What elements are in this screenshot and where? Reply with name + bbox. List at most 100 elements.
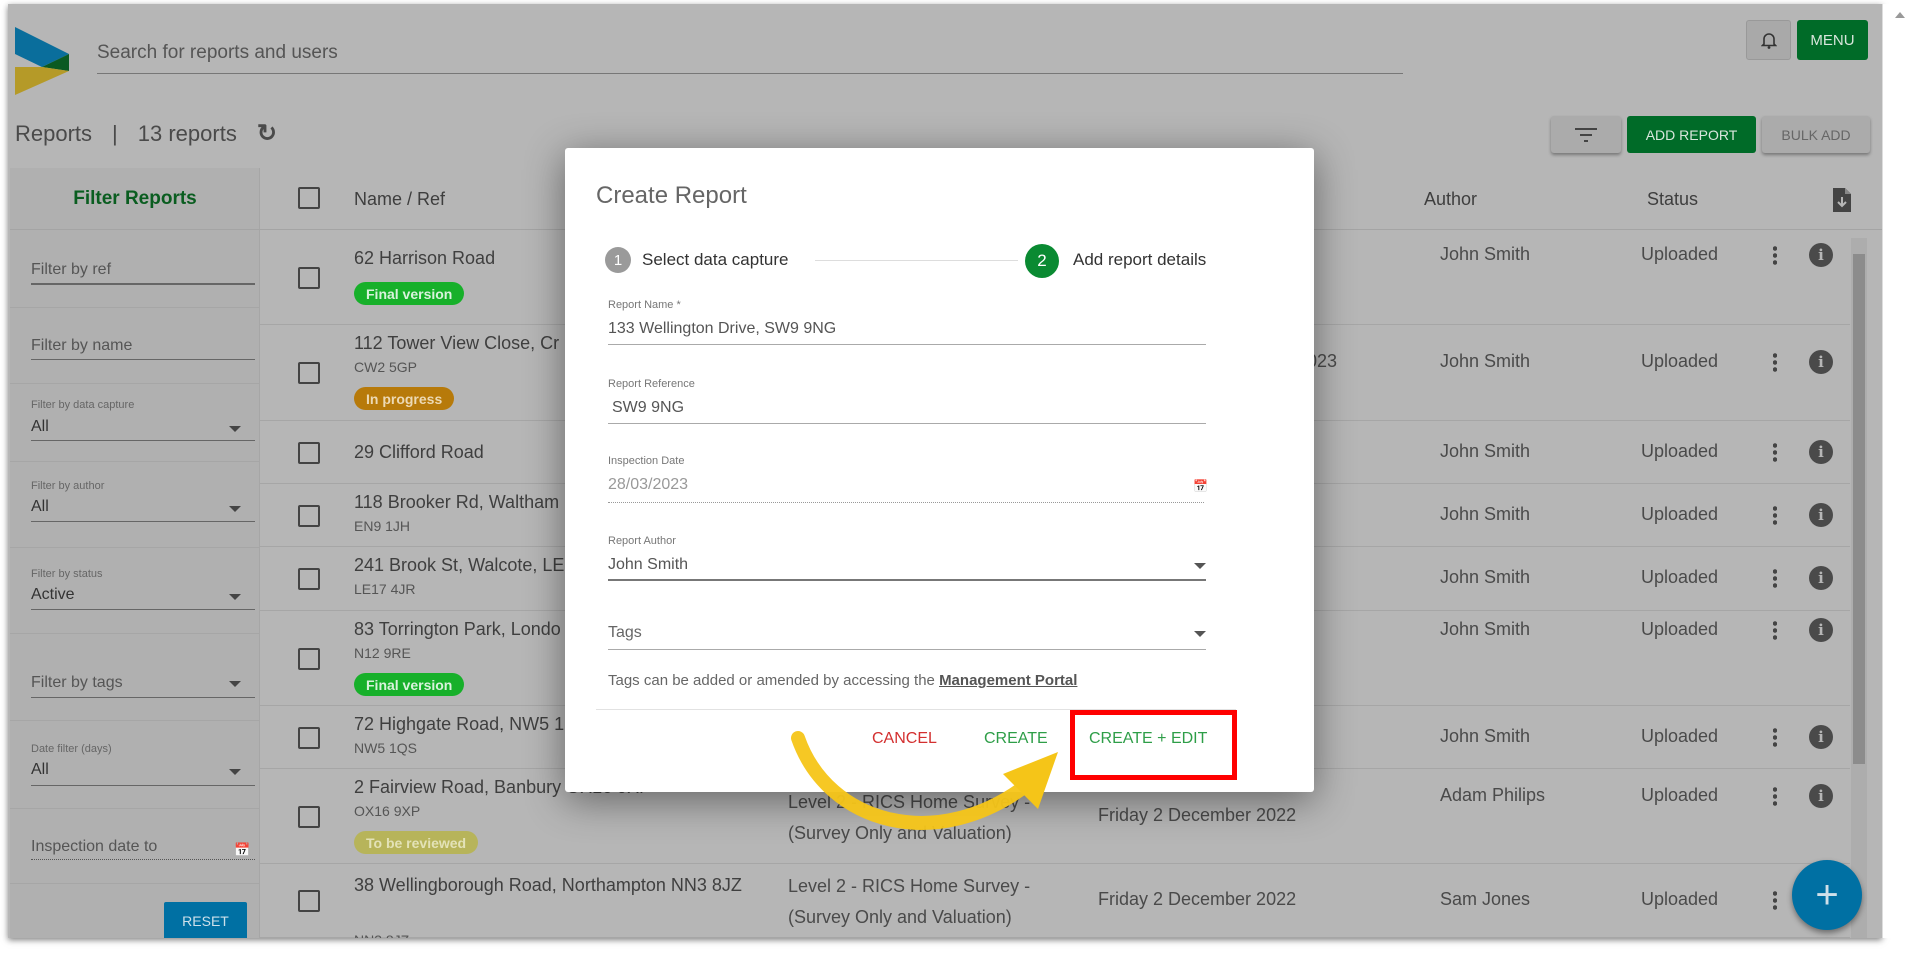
row-checkbox[interactable] bbox=[298, 441, 320, 464]
column-status[interactable]: Status bbox=[1647, 189, 1698, 210]
report-name[interactable]: 29 Clifford Road bbox=[354, 442, 484, 463]
report-reference-input[interactable]: SW9 9NG bbox=[612, 399, 684, 417]
chevron-down-icon[interactable] bbox=[229, 426, 241, 432]
filter-name-input[interactable]: Filter by name bbox=[31, 337, 132, 355]
chevron-down-icon[interactable] bbox=[1194, 631, 1206, 637]
info-icon[interactable]: i bbox=[1809, 617, 1833, 642]
chevron-down-icon[interactable] bbox=[229, 769, 241, 775]
report-author-select[interactable]: John Smith bbox=[608, 556, 688, 574]
filter-button[interactable] bbox=[1551, 116, 1621, 153]
report-name[interactable]: 241 Brook St, Walcote, LE bbox=[354, 555, 564, 576]
column-name[interactable]: Name / Ref bbox=[354, 189, 445, 210]
info-icon[interactable]: i bbox=[1809, 566, 1833, 590]
report-badge: To be reviewed bbox=[354, 831, 479, 854]
notifications-button[interactable] bbox=[1746, 20, 1791, 60]
inspection-date: Friday 2 December 2022 bbox=[1098, 889, 1297, 909]
scroll-up-icon[interactable] bbox=[1894, 12, 1905, 18]
create-button[interactable]: CREATE bbox=[984, 730, 1048, 748]
tags-help-text: Tags can be added or amended by accessin… bbox=[608, 672, 1077, 689]
more-options-icon[interactable] bbox=[1773, 619, 1777, 640]
calendar-icon[interactable]: 📅 bbox=[1193, 479, 1208, 493]
more-options-icon[interactable] bbox=[1773, 786, 1777, 806]
report-author: John Smith bbox=[1440, 618, 1531, 639]
report-status: Uploaded bbox=[1641, 351, 1719, 371]
refresh-icon[interactable]: ↻ bbox=[257, 119, 277, 148]
row-checkbox[interactable] bbox=[298, 266, 320, 289]
report-ref: NW5 1QS bbox=[354, 740, 418, 756]
management-portal-link[interactable]: Management Portal bbox=[939, 672, 1077, 689]
chevron-down-icon[interactable] bbox=[229, 681, 241, 687]
filter-ref-input[interactable]: Filter by ref bbox=[31, 261, 111, 279]
browser-scrollbar[interactable] bbox=[1882, 4, 1916, 938]
row-checkbox[interactable] bbox=[298, 647, 320, 670]
more-options-icon[interactable] bbox=[1773, 726, 1777, 747]
report-ref: NN3 8JZ bbox=[354, 932, 409, 938]
select-all-checkbox[interactable] bbox=[298, 187, 320, 209]
info-icon[interactable]: i bbox=[1809, 502, 1833, 527]
table-row[interactable]: 38 Wellingborough Road, Northampton NN3 … bbox=[260, 864, 1850, 938]
step-1-indicator: 1 bbox=[605, 247, 631, 273]
step-2-indicator: 2 bbox=[1025, 244, 1059, 278]
row-checkbox[interactable] bbox=[298, 362, 320, 384]
add-fab-button[interactable]: + bbox=[1792, 860, 1862, 930]
add-report-button[interactable]: ADD REPORT bbox=[1627, 116, 1756, 153]
report-reference-label: Report Reference bbox=[608, 378, 695, 390]
report-name[interactable]: 38 Wellingborough Road, Northampton NN3 … bbox=[354, 870, 754, 901]
reports-heading: Reports | 13 reports ↻ bbox=[15, 119, 277, 148]
more-options-icon[interactable] bbox=[1773, 890, 1777, 910]
info-icon[interactable]: i bbox=[1809, 784, 1833, 808]
step-1-label[interactable]: Select data capture bbox=[642, 250, 788, 270]
inspection-date-input[interactable]: 28/03/2023 bbox=[608, 476, 688, 494]
field-underline bbox=[31, 609, 255, 610]
page-title: Reports bbox=[15, 120, 93, 146]
report-name[interactable]: 118 Brooker Rd, Waltham bbox=[354, 492, 559, 513]
status-filter-select[interactable]: Active bbox=[31, 586, 75, 604]
report-name[interactable]: 112 Tower View Close, Cr bbox=[354, 333, 559, 354]
date-filter-select[interactable]: All bbox=[31, 761, 49, 779]
row-checkbox[interactable] bbox=[298, 568, 320, 590]
calendar-icon[interactable]: 📅 bbox=[234, 842, 250, 858]
divider bbox=[10, 633, 260, 634]
author-filter-select[interactable]: All bbox=[31, 498, 49, 516]
data-capture: Level 2 - RICS Home Survey - (Survey Onl… bbox=[788, 791, 1031, 843]
inspection-date-to-input[interactable]: Inspection date to bbox=[31, 838, 157, 856]
bulk-add-button[interactable]: BULK ADD bbox=[1762, 116, 1870, 153]
more-options-icon[interactable] bbox=[1773, 504, 1777, 525]
menu-button[interactable]: MENU bbox=[1797, 20, 1868, 60]
chevron-down-icon[interactable] bbox=[229, 506, 241, 512]
author-filter-label: Filter by author bbox=[31, 480, 105, 492]
chevron-down-icon[interactable] bbox=[1194, 563, 1206, 569]
field-underline bbox=[31, 785, 255, 786]
more-options-icon[interactable] bbox=[1773, 441, 1777, 462]
report-author: John Smith bbox=[1440, 440, 1531, 461]
filter-icon bbox=[1575, 127, 1597, 142]
report-name[interactable]: 62 Harrison Road bbox=[354, 248, 495, 269]
info-icon[interactable]: i bbox=[1809, 724, 1833, 749]
info-icon[interactable]: i bbox=[1809, 243, 1833, 267]
more-options-icon[interactable] bbox=[1773, 352, 1777, 372]
more-options-icon[interactable] bbox=[1773, 245, 1777, 265]
download-document-icon[interactable] bbox=[1833, 188, 1851, 212]
data-capture-select[interactable]: All bbox=[31, 418, 49, 436]
report-name-input[interactable]: 133 Wellington Drive, SW9 9NG bbox=[608, 320, 836, 338]
inspection-date: Friday 2 December 2022 bbox=[1098, 804, 1297, 825]
report-name[interactable]: 72 Highgate Road, NW5 1 bbox=[354, 714, 564, 735]
row-checkbox[interactable] bbox=[298, 805, 320, 828]
cancel-button[interactable]: CANCEL bbox=[872, 730, 937, 748]
info-icon[interactable]: i bbox=[1809, 439, 1833, 464]
column-author[interactable]: Author bbox=[1424, 189, 1477, 210]
search-input[interactable]: Search for reports and users bbox=[97, 42, 338, 64]
more-options-icon[interactable] bbox=[1773, 568, 1777, 588]
report-status: Uploaded bbox=[1641, 785, 1719, 805]
divider bbox=[10, 883, 260, 884]
tags-filter-select[interactable]: Filter by tags bbox=[31, 674, 123, 692]
tags-select[interactable]: Tags bbox=[608, 624, 642, 642]
row-checkbox[interactable] bbox=[298, 726, 320, 749]
chevron-down-icon[interactable] bbox=[229, 594, 241, 600]
row-checkbox[interactable] bbox=[298, 504, 320, 527]
reset-button[interactable]: RESET bbox=[164, 902, 247, 938]
report-name[interactable]: 83 Torrington Park, Londo bbox=[354, 619, 561, 640]
info-icon[interactable]: i bbox=[1809, 350, 1833, 374]
row-checkbox[interactable] bbox=[298, 890, 320, 912]
table-scrollbar-thumb[interactable] bbox=[1853, 254, 1865, 764]
